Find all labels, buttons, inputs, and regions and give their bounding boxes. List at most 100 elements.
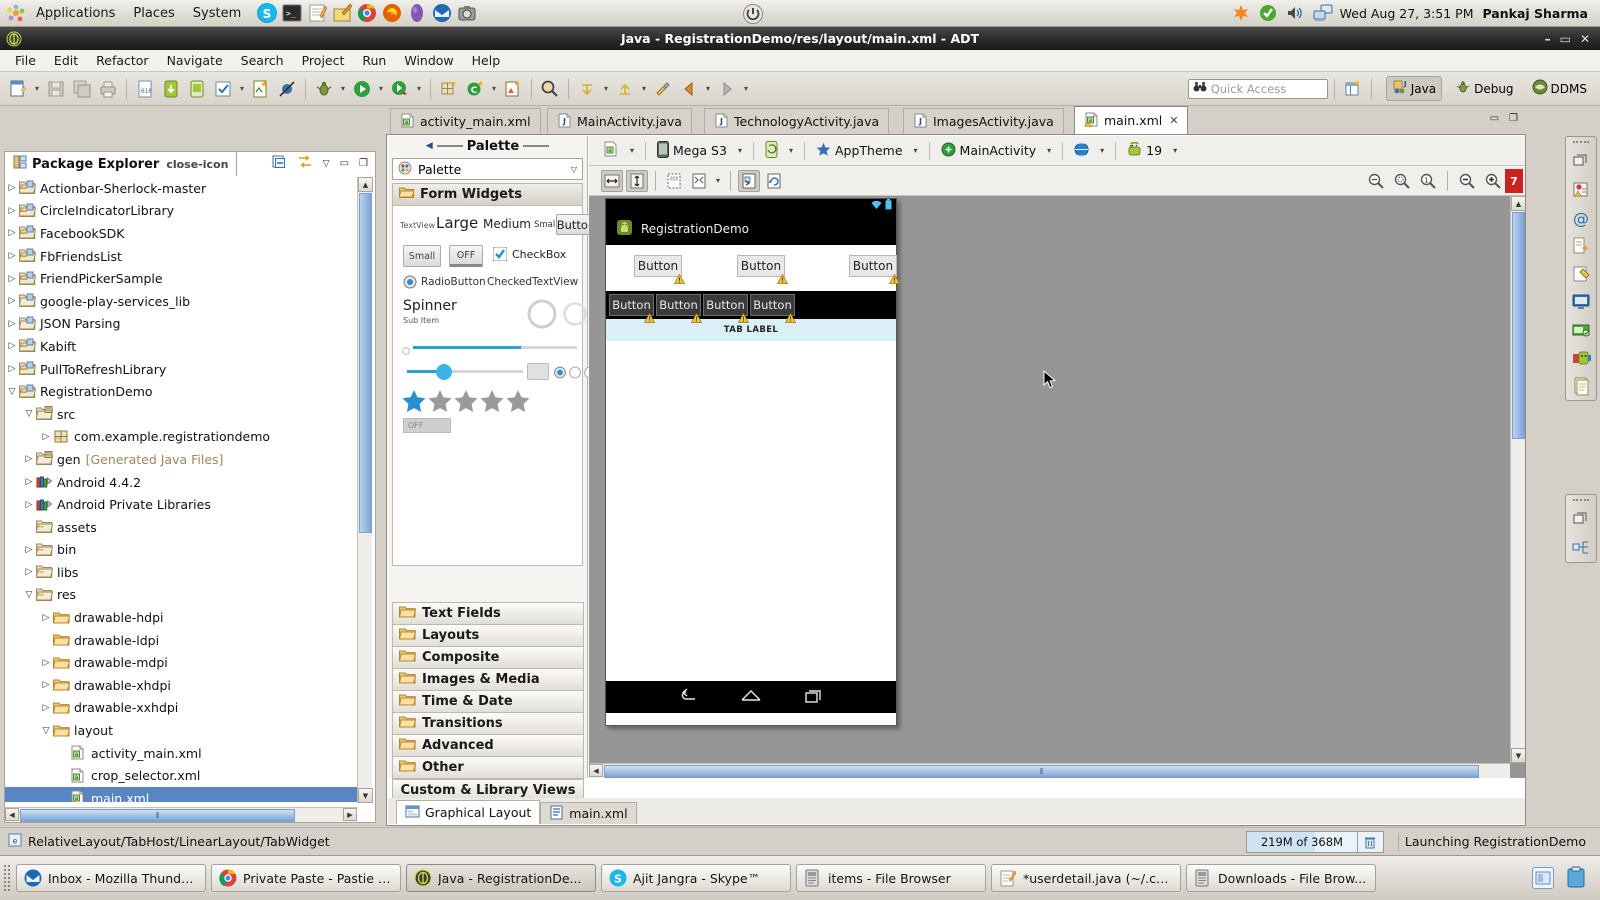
palette-combo[interactable]: Palette ▽: [392, 158, 583, 180]
progress-bar-fill[interactable]: [413, 346, 521, 349]
tree-row[interactable]: a main.xml: [5, 787, 357, 802]
config-item-mainactivity[interactable]: MainActivity: [937, 140, 1041, 162]
run-button[interactable]: [350, 77, 374, 101]
palette-switch-widget[interactable]: OFF: [403, 418, 451, 433]
tree-vscroll-thumb[interactable]: [359, 193, 372, 533]
purple-egg-icon[interactable]: [407, 3, 427, 23]
palette-large-text[interactable]: Large: [436, 214, 478, 232]
progress-bar-track[interactable]: [521, 346, 577, 349]
debug-button[interactable]: [312, 77, 336, 101]
trash-icon[interactable]: [1356, 831, 1383, 852]
forward-caret-icon[interactable]: ▾: [741, 84, 751, 93]
canvas-scroll-left-button[interactable]: ◀: [589, 764, 603, 777]
zoom-plus-icon[interactable]: [1482, 170, 1504, 192]
editor-tab-main-xml[interactable]: a main.xml ✕: [1074, 106, 1189, 134]
tree-row[interactable]: FbFriendsList: [5, 245, 357, 268]
new-class-button[interactable]: C: [463, 77, 487, 101]
tree-row[interactable]: FriendPickerSample: [5, 267, 357, 290]
tree-row[interactable]: drawable-mdpi: [5, 651, 357, 674]
config-item-apptheme[interactable]: AppTheme: [812, 140, 907, 162]
firefox-icon[interactable]: [382, 3, 402, 23]
new-xml-file-button[interactable]: 010: [133, 77, 157, 101]
close-icon[interactable]: ✕: [1169, 114, 1178, 127]
tree-row[interactable]: CircleIndicatorLibrary: [5, 200, 357, 223]
forward-button[interactable]: [715, 77, 739, 101]
perspective-java[interactable]: J Java: [1385, 76, 1443, 101]
gnome-menu-applications[interactable]: Applications: [28, 4, 123, 23]
device-content-area[interactable]: [606, 341, 896, 681]
canvas-vscrollbar[interactable]: ▲ ▼: [1510, 196, 1525, 763]
seekbar-thumb[interactable]: [436, 364, 452, 380]
check-ok-icon[interactable]: [1259, 4, 1277, 22]
fit-width-icon[interactable]: [601, 169, 623, 192]
tree-row[interactable]: bin: [5, 539, 357, 562]
clipboard-icon[interactable]: [1566, 866, 1586, 891]
menu-file[interactable]: File: [6, 51, 45, 70]
menu-help[interactable]: Help: [463, 51, 510, 70]
config-item-config-file-icon[interactable]: a: [599, 139, 623, 162]
scroll-left-button[interactable]: ◀: [5, 808, 19, 821]
taskbar-task[interactable]: Private Paste - Pastie -...: [211, 864, 401, 892]
skype-icon[interactable]: S: [257, 3, 278, 23]
search-toolbar-button[interactable]: [538, 77, 562, 101]
new-button[interactable]: [6, 77, 30, 101]
tree-row[interactable]: Android Private Libraries: [5, 493, 357, 516]
tree-row[interactable]: Actionbar-Sherlock-master: [5, 177, 357, 200]
previous-annotation-button[interactable]: [613, 77, 637, 101]
notes-icon[interactable]: [307, 3, 328, 23]
tree-expand-arrow[interactable]: [5, 364, 19, 374]
editor-tab-strip[interactable]: a activity_main.xml J MainActivity.java J Tec…: [386, 106, 1526, 134]
power-icon[interactable]: [742, 3, 764, 25]
tree-vscrollbar[interactable]: ▲ ▼: [357, 177, 373, 803]
canvas-hscroll-thumb[interactable]: ⦀: [604, 765, 1479, 778]
maximize-icon[interactable]: ❐: [1509, 113, 1518, 124]
palette-small-text[interactable]: Small: [534, 220, 558, 230]
save-button[interactable]: [44, 77, 68, 101]
tree-expand-arrow[interactable]: [5, 296, 19, 306]
restore-icon[interactable]: [1571, 510, 1591, 530]
tree-expand-arrow[interactable]: [22, 500, 36, 510]
print-button[interactable]: [96, 77, 120, 101]
home-icon[interactable]: [740, 688, 762, 707]
menu-refactor[interactable]: Refactor: [87, 51, 157, 70]
tree-expand-arrow[interactable]: [5, 274, 19, 284]
tree-hscroll-thumb[interactable]: ⦀: [20, 809, 295, 822]
heap-status[interactable]: 219M of 368M: [1245, 830, 1384, 853]
chevron-down-icon[interactable]: ▾: [910, 146, 922, 155]
at-icon[interactable]: @: [1571, 208, 1591, 228]
new-package-button[interactable]: [437, 77, 461, 101]
tree-expand-arrow[interactable]: [22, 590, 36, 600]
lint-button[interactable]: [211, 77, 235, 101]
new-dropdown-caret-icon[interactable]: ▾: [32, 84, 42, 93]
editor-tab-imagesactivity-java[interactable]: J ImagesActivity.java: [903, 108, 1064, 134]
editor-mode-tabs[interactable]: Graphical Layout main.xml: [388, 798, 1525, 824]
perspective-ddms[interactable]: DDMS: [1527, 77, 1592, 100]
canvas-hscrollbar[interactable]: ◀ ⦀: [589, 763, 1510, 778]
tree-row[interactable]: a activity_main.xml: [5, 742, 357, 765]
tree-expand-arrow[interactable]: [39, 680, 53, 690]
palette-toggle-button[interactable]: OFF: [449, 245, 483, 267]
menu-navigate[interactable]: Navigate: [158, 51, 232, 70]
palette-group-form-widgets[interactable]: Form Widgets: [392, 183, 583, 206]
tree-expand-arrow[interactable]: [39, 613, 53, 623]
tree-hscrollbar[interactable]: ◀ ⦀ ▶: [5, 807, 357, 822]
scroll-down-button[interactable]: ▼: [358, 788, 373, 803]
tree-expand-arrow[interactable]: [39, 726, 53, 736]
taskbar-task[interactable]: *userdetail.java (~/.ca...: [991, 864, 1181, 892]
snippets-icon[interactable]: [1571, 376, 1591, 396]
layout-canvas[interactable]: RegistrationDemo Button Button Button Bu…: [589, 196, 1525, 778]
maximize-icon[interactable]: ❐: [359, 158, 368, 169]
outline-mode-icon[interactable]: [663, 170, 685, 192]
quick-access-box[interactable]: Quick Access: [1187, 78, 1328, 99]
recents-icon[interactable]: [804, 688, 824, 707]
chevron-down-icon[interactable]: ▽: [571, 165, 577, 174]
tree-row[interactable]: layout: [5, 719, 357, 742]
fit-height-icon[interactable]: [626, 169, 648, 192]
tree-row[interactable]: res: [5, 584, 357, 607]
palette-category-transitions[interactable]: Transitions: [392, 712, 584, 735]
volume-icon[interactable]: [1286, 4, 1304, 22]
tree-expand-arrow[interactable]: [39, 432, 53, 442]
small-progress-icon[interactable]: [401, 344, 411, 358]
progress-circle-small-icon[interactable]: [562, 301, 588, 330]
gnome-menu-places[interactable]: Places: [125, 4, 182, 23]
